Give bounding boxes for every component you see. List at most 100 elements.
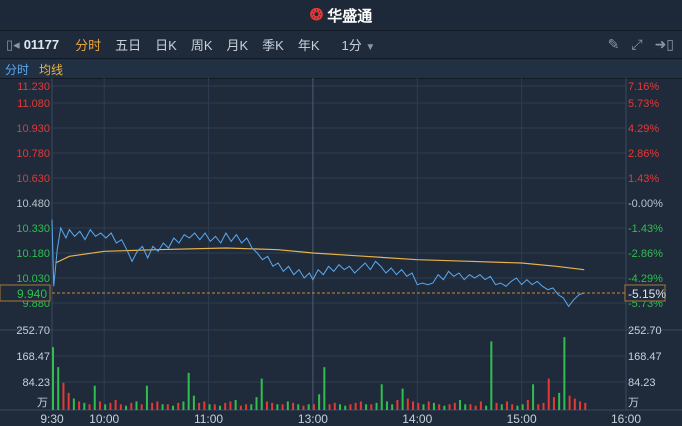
volume-bar	[443, 405, 446, 410]
volume-bar	[177, 402, 180, 410]
volume-bar	[417, 402, 420, 410]
price-tick-label: 10.330	[16, 223, 50, 235]
volume-bar	[479, 401, 482, 410]
volume-bar	[558, 392, 561, 410]
volume-bar	[198, 402, 201, 410]
pct-tick-label: 1.43%	[628, 173, 659, 185]
volume-bar	[161, 404, 164, 410]
volume-bar	[396, 400, 399, 410]
volume-bar	[281, 404, 284, 410]
volume-bar	[114, 400, 117, 410]
volume-bar	[485, 405, 488, 410]
volume-bar	[505, 401, 508, 410]
volume-bar	[208, 404, 211, 410]
volume-bar	[333, 402, 336, 410]
volume-bar	[135, 401, 138, 410]
volume-bar	[385, 401, 388, 410]
volume-bar	[511, 404, 514, 410]
volume-bar	[370, 404, 373, 410]
price-tick-label: 10.180	[16, 248, 50, 260]
volume-bar	[579, 401, 582, 410]
time-tick-label: 9:30	[40, 412, 64, 426]
price-tick-label: 10.030	[16, 273, 50, 285]
price-tick-label: 11.080	[17, 98, 50, 110]
volume-bar	[474, 405, 477, 410]
volume-bar	[182, 401, 185, 410]
volume-bar	[286, 401, 289, 410]
volume-bar	[526, 400, 529, 410]
volume-bar	[265, 401, 268, 410]
volume-bar	[57, 367, 60, 410]
volume-bar	[104, 404, 107, 410]
volume-bar	[584, 402, 587, 410]
volume-bar	[62, 382, 65, 410]
volume-bar	[459, 400, 462, 410]
volume-bar	[145, 385, 148, 410]
volume-tick-label: 168.47	[16, 351, 50, 363]
volume-bar	[323, 367, 326, 410]
pct-tick-label: -4.29%	[628, 273, 663, 285]
volume-bar	[516, 405, 519, 410]
volume-bar	[448, 404, 451, 410]
volume-bar	[172, 405, 175, 410]
intraday-chart[interactable]: 11.230 7.16% 11.080 5.73% 10.930 4.29% 10.780 2…	[0, 0, 682, 426]
volume-bar	[229, 401, 232, 410]
pct-tick-label: -0.00%	[628, 198, 663, 210]
volume-bar	[192, 395, 195, 410]
volume-bar	[271, 402, 274, 410]
volume-bar	[140, 404, 143, 410]
volume-bar	[453, 402, 456, 410]
volume-bar	[380, 384, 383, 410]
volume-bar	[166, 404, 169, 410]
volume-bar	[328, 404, 331, 410]
volume-bar	[130, 402, 133, 410]
pct-tick-label: 7.16%	[628, 81, 659, 93]
volume-bar	[151, 402, 154, 410]
time-tick-label: 10:00	[89, 412, 119, 426]
volume-bar	[542, 402, 545, 410]
volume-bar	[78, 401, 81, 410]
volume-bar	[552, 397, 555, 410]
volume-unit-left: 万	[37, 397, 48, 409]
volume-bar	[119, 404, 122, 410]
volume-bar	[391, 404, 394, 410]
volume-bar	[354, 402, 357, 410]
volume-bar	[187, 372, 190, 410]
volume-bar	[365, 404, 368, 410]
volume-unit-right: 万	[628, 397, 639, 409]
volume-bar	[344, 405, 347, 410]
volume-bar	[469, 404, 472, 410]
volume-bar	[203, 401, 206, 410]
volume-tick-label: 84.23	[628, 377, 656, 389]
volume-bar	[438, 404, 441, 410]
pct-tick-label: 4.29%	[628, 123, 659, 135]
volume-bar	[318, 394, 321, 410]
volume-bar	[250, 404, 253, 410]
volume-bar	[297, 404, 300, 410]
time-tick-label: 13:00	[298, 412, 328, 426]
volume-bar	[349, 404, 352, 410]
volume-bar	[432, 402, 435, 410]
volume-tick-label: 168.47	[628, 351, 662, 363]
volume-bar	[312, 404, 315, 410]
volume-tick-label: 84.23	[22, 377, 50, 389]
volume-bar	[88, 404, 91, 410]
volume-bar	[109, 402, 112, 410]
time-tick-label: 15:00	[507, 412, 537, 426]
volume-bar	[213, 404, 216, 410]
volume-bar	[521, 404, 524, 410]
pct-tick-label: 5.73%	[628, 98, 659, 110]
volume-bar	[83, 402, 86, 410]
volume-bar	[239, 405, 242, 410]
volume-bar	[573, 398, 576, 410]
volume-bar	[52, 347, 54, 410]
volume-bar	[224, 402, 227, 410]
volume-bar	[412, 401, 415, 410]
volume-bar	[339, 404, 341, 410]
current-price-label: 9.940	[17, 287, 47, 301]
volume-bar	[537, 404, 540, 410]
pct-tick-label: -2.86%	[628, 248, 663, 260]
time-tick-label: 16:00	[611, 412, 641, 426]
volume-bar	[406, 398, 409, 410]
volume-bar	[255, 397, 258, 410]
